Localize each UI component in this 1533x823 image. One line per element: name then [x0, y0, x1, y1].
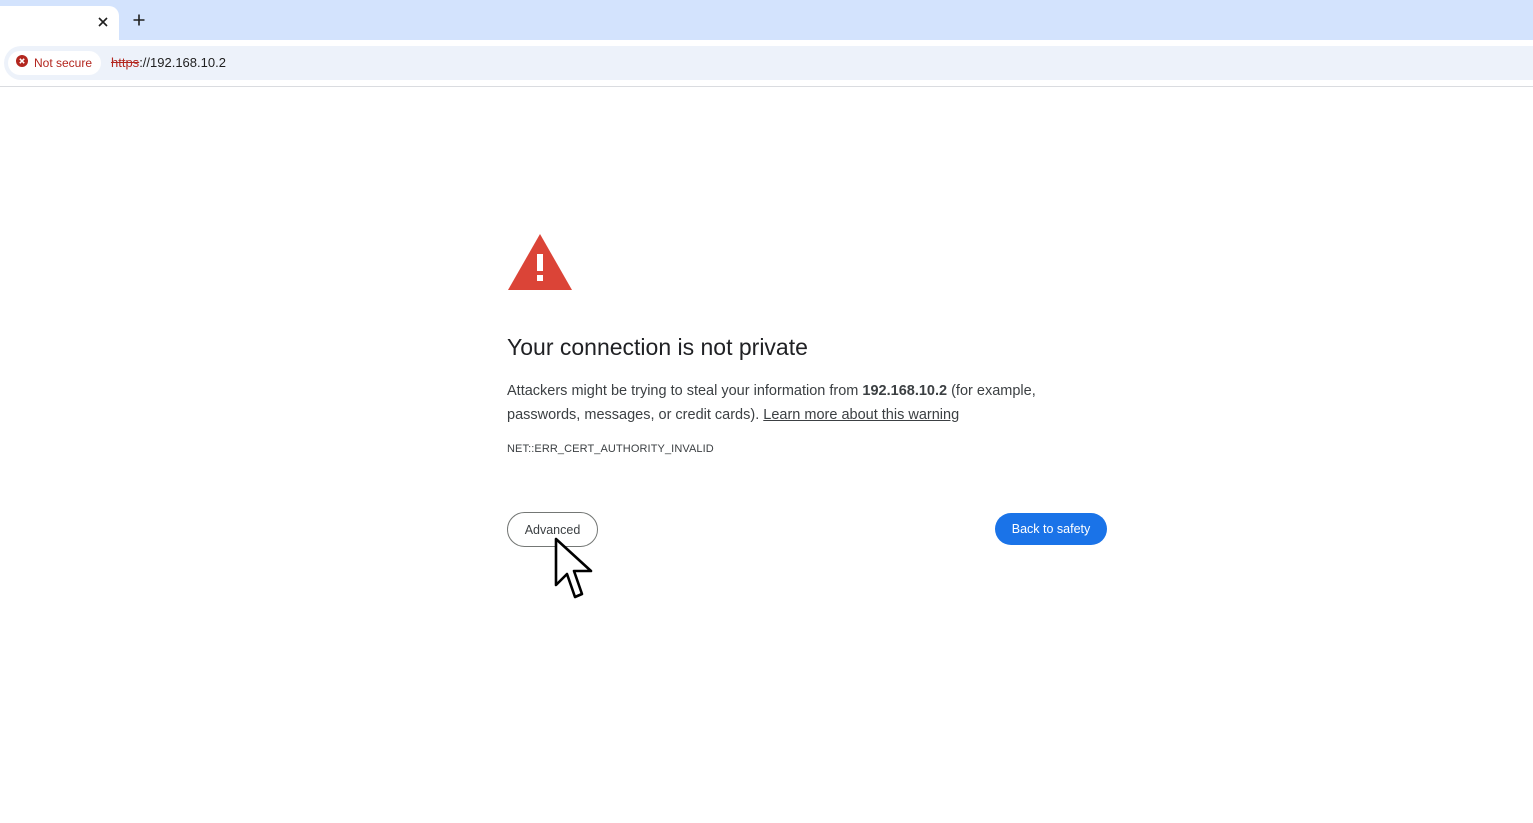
address-bar[interactable]: Not secure https://192.168.10.2 — [4, 46, 1533, 80]
learn-more-link[interactable]: Learn more about this warning — [763, 407, 959, 423]
plus-icon[interactable] — [128, 9, 150, 31]
toolbar: Not secure https://192.168.10.2 — [0, 40, 1533, 87]
host-name: 192.168.10.2 — [862, 383, 948, 399]
url-text[interactable]: https://192.168.10.2 — [111, 55, 226, 70]
tab-strip — [0, 0, 1533, 40]
tab-title — [10, 15, 90, 31]
error-circle-icon — [16, 54, 28, 72]
back-to-safety-button[interactable]: Back to safety — [995, 513, 1107, 545]
page-title: Your connection is not private — [507, 334, 808, 360]
close-icon[interactable] — [93, 12, 113, 32]
url-scheme: https — [111, 55, 140, 70]
warning-explanation: Attackers might be trying to steal your … — [507, 379, 1107, 427]
security-chip[interactable]: Not secure — [8, 51, 102, 75]
active-tab[interactable] — [0, 6, 119, 40]
not-secure-label: Not secure — [34, 56, 93, 70]
error-code: NET::ERR_CERT_AUTHORITY_INVALID — [507, 443, 714, 455]
mouse-cursor-icon — [554, 537, 598, 601]
warning-triangle-icon — [507, 232, 573, 294]
explanation-prefix: Attackers might be trying to steal your … — [507, 383, 863, 399]
url-host: ://192.168.10.2 — [139, 55, 226, 70]
